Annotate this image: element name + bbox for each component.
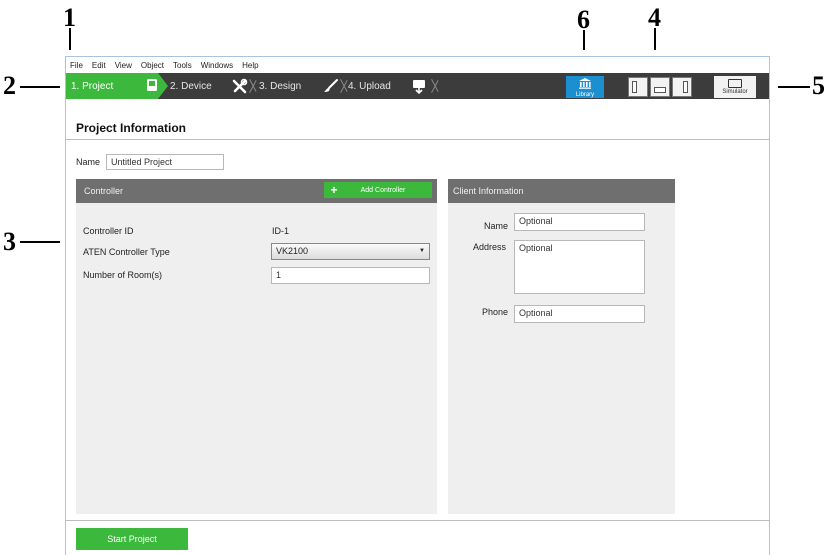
upload-icon (411, 78, 427, 95)
plus-icon: + (330, 183, 338, 197)
rooms-input[interactable]: 1 (271, 267, 430, 284)
client-name-input[interactable]: Optional (514, 213, 645, 231)
callout-5: 5 (812, 71, 825, 100)
layout-bottom-panel-icon[interactable] (650, 77, 670, 97)
layout-left-panel-icon[interactable] (628, 77, 648, 97)
client-address-input[interactable]: Optional (514, 240, 645, 294)
library-label: Library (575, 92, 595, 98)
step-project[interactable]: 1. Project (66, 73, 158, 99)
menu-tools[interactable]: Tools (173, 61, 192, 70)
step-project-label: 1. Project (71, 80, 114, 92)
step-device-label: 2. Device (170, 80, 212, 92)
library-icon (566, 77, 604, 91)
app-window: File Edit View Object Tools Windows Help… (65, 56, 770, 555)
callout-2: 2 (3, 71, 16, 100)
controller-id-label: Controller ID (83, 226, 134, 236)
callout-3: 3 (3, 227, 16, 256)
library-button[interactable]: Library (566, 76, 604, 98)
monitor-icon (728, 79, 742, 88)
step-separator (432, 73, 444, 99)
menu-bar: File Edit View Object Tools Windows Help (66, 57, 769, 73)
project-name-label: Name (76, 157, 101, 167)
callout-6-line (583, 30, 585, 50)
chevron-down-icon: ▼ (419, 248, 425, 254)
client-header-label: Client Information (453, 186, 524, 196)
simulator-button[interactable]: Simulator (714, 76, 756, 98)
rooms-label: Number of Room(s) (83, 270, 163, 280)
callout-3-line (20, 241, 60, 243)
layout-buttons (628, 77, 694, 97)
simulator-label: Simulator (722, 89, 748, 95)
start-project-button[interactable]: Start Project (76, 528, 188, 550)
layout-right-panel-icon[interactable] (672, 77, 692, 97)
controller-panel-header: Controller + Add Controller (76, 179, 437, 203)
project-name-input[interactable]: Untitled Project (106, 154, 225, 170)
callout-2-line (20, 86, 60, 88)
client-panel-header: Client Information (448, 179, 675, 203)
controller-type-select[interactable]: VK2100 ▼ (271, 243, 430, 260)
callout-5-line (778, 86, 810, 88)
client-phone-label: Phone (482, 307, 509, 317)
controller-header-label: Controller (84, 186, 124, 196)
add-controller-label: Add Controller (360, 186, 406, 194)
tools-icon (232, 78, 248, 94)
menu-windows[interactable]: Windows (201, 61, 233, 70)
menu-file[interactable]: File (70, 61, 83, 70)
menu-edit[interactable]: Edit (92, 61, 106, 70)
workflow-toolbar: 1. Project 2. Device 3. Design 4. Upload (66, 73, 769, 99)
step-project-arrow (158, 73, 168, 99)
callout-4-line (654, 28, 656, 50)
controller-id-value: ID-1 (272, 226, 290, 236)
controller-type-label: ATEN Controller Type (83, 247, 170, 257)
controller-panel: Controller + Add Controller Controller I… (76, 179, 437, 514)
menu-help[interactable]: Help (242, 61, 258, 70)
project-name-row: Name Untitled Project (76, 154, 225, 170)
client-name-label: Name (484, 221, 509, 231)
page-title: Project Information (76, 121, 187, 135)
menu-object[interactable]: Object (141, 61, 164, 70)
client-address-label: Address (473, 242, 507, 252)
menu-view[interactable]: View (115, 61, 132, 70)
controller-type-value: VK2100 (276, 246, 309, 256)
callout-1-line (69, 28, 71, 50)
divider (66, 139, 769, 140)
brush-icon (323, 78, 339, 94)
client-phone-input[interactable]: Optional (514, 305, 645, 323)
add-controller-button[interactable]: + Add Controller (324, 182, 432, 198)
step-design-label: 3. Design (259, 80, 302, 92)
step-upload-label: 4. Upload (348, 80, 391, 92)
divider (66, 520, 769, 521)
client-panel: Client Information Name Optional Address… (448, 179, 675, 514)
